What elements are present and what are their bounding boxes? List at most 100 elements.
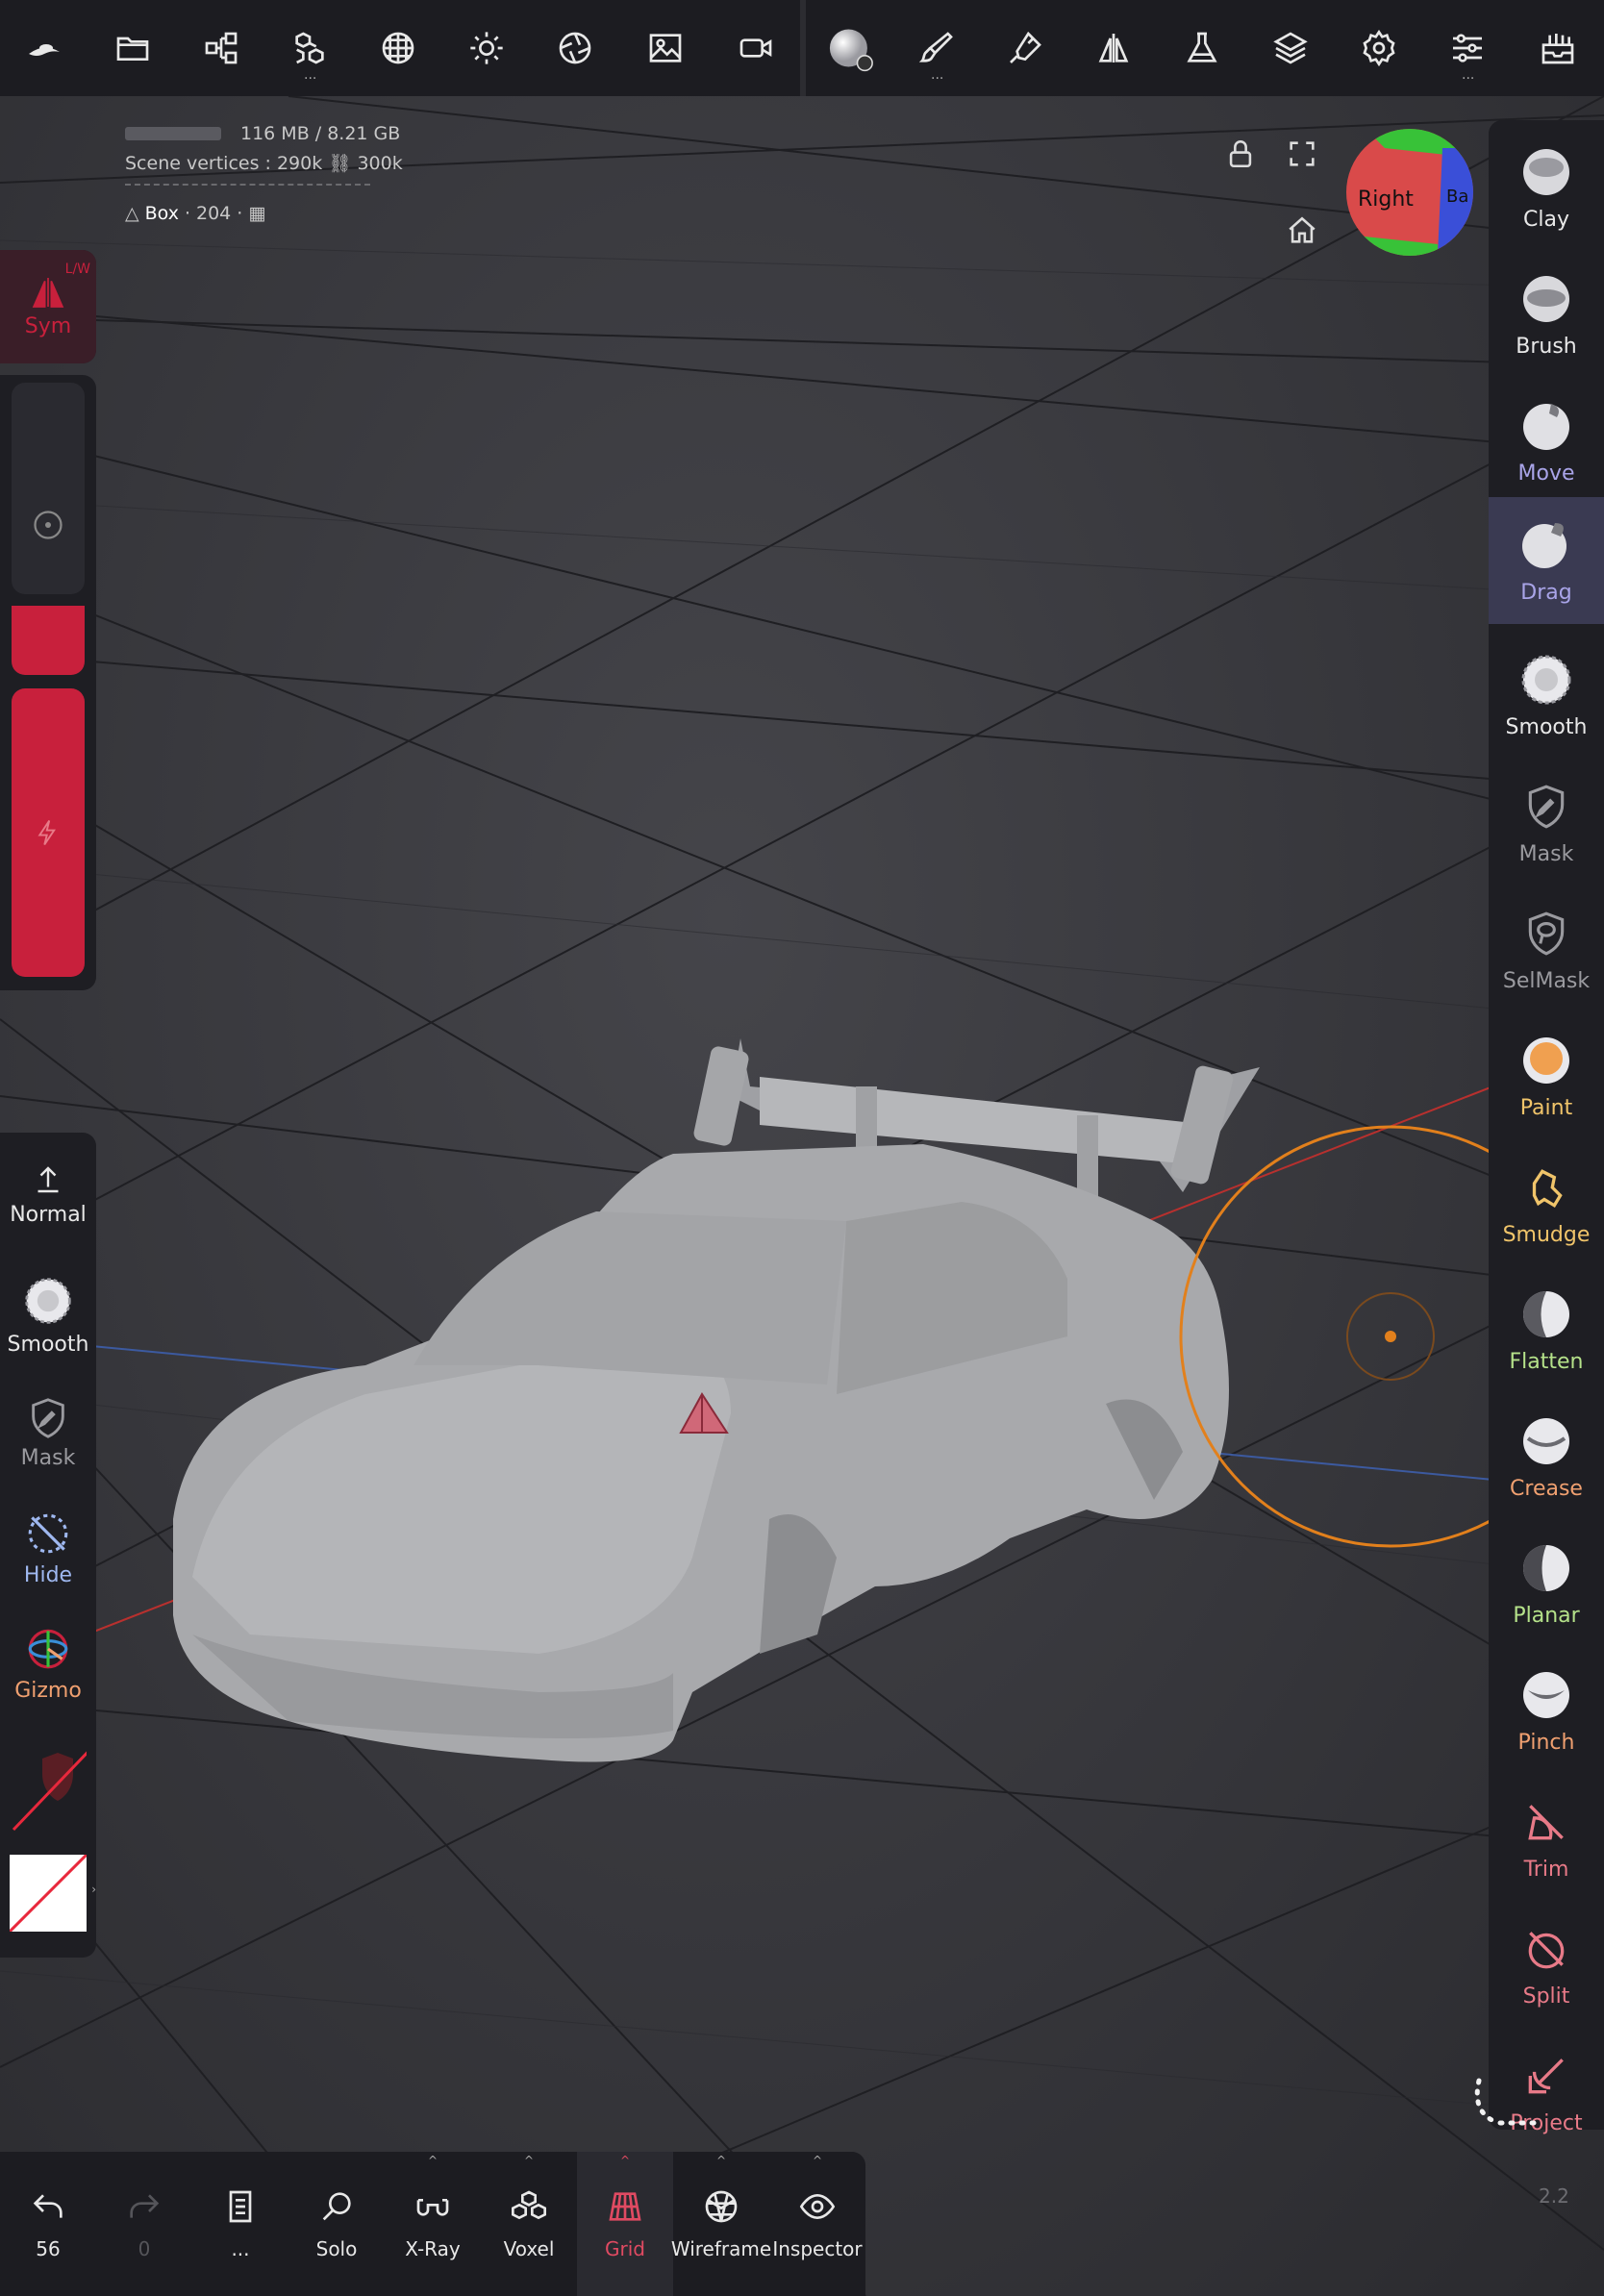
memory-bar: [125, 127, 221, 140]
radius-icon: [34, 511, 63, 539]
tool-mask[interactable]: Mask: [1489, 759, 1604, 886]
left-slider-panel: [0, 375, 96, 990]
grid-button[interactable]: ^ Grid: [577, 2152, 673, 2296]
tool-label: Crease: [1510, 1476, 1583, 1501]
symmetry-toggle[interactable]: Sym L/W: [0, 250, 96, 363]
tool-clay[interactable]: Clay: [1489, 124, 1604, 251]
tool-label: Smudge: [1502, 1222, 1591, 1247]
scene-vertices-label: Scene vertices :: [125, 153, 271, 174]
wireframe-button[interactable]: ^ Wireframe: [671, 2152, 771, 2296]
panel-scroll-handle[interactable]: [1469, 2075, 1546, 2152]
color-swatch[interactable]: ›: [0, 1840, 96, 1946]
tool-label: Trim: [1523, 1857, 1569, 1882]
inspector-button[interactable]: ^ Inspector: [769, 2152, 865, 2296]
wireframe-icon: [705, 2190, 738, 2223]
tool-label: Paint: [1519, 1095, 1573, 1120]
tool-label: Planar: [1513, 1603, 1580, 1628]
topology-icon[interactable]: [369, 19, 427, 77]
undo-icon: [33, 2194, 63, 2218]
inbox-icon[interactable]: [1529, 19, 1587, 77]
hide-dotted-sphere-icon: [28, 1513, 68, 1553]
voxel-cubes-icon: [512, 2190, 546, 2220]
tool-move[interactable]: Move: [1489, 378, 1604, 505]
voxel-button[interactable]: ^ Voxel: [481, 2152, 577, 2296]
move-sphere-icon: [1518, 398, 1574, 454]
radius-slider-fill[interactable]: [12, 606, 85, 675]
redo-button[interactable]: 0: [96, 2152, 192, 2296]
smooth-sphere-icon: [25, 1277, 71, 1324]
paint-brush-icon[interactable]: ...: [908, 19, 965, 83]
voxel-label: Voxel: [503, 2237, 555, 2260]
symmetry-icon[interactable]: [1085, 19, 1142, 77]
layers-icon[interactable]: [1262, 19, 1319, 77]
intensity-slider[interactable]: [12, 688, 85, 977]
lightning-icon: [38, 819, 57, 846]
tool-smudge[interactable]: Smudge: [1489, 1139, 1604, 1266]
search-icon: [322, 2192, 351, 2221]
left-tool-normal[interactable]: Normal: [0, 1140, 96, 1248]
multires-icon[interactable]: ...: [281, 19, 338, 83]
left-tool-mask[interactable]: Mask: [0, 1375, 96, 1490]
tool-drag[interactable]: Drag: [1489, 497, 1604, 624]
video-icon[interactable]: [727, 19, 785, 77]
history-menu-button[interactable]: ...: [192, 2152, 288, 2296]
object-count: 204: [196, 203, 232, 224]
grid-label: Grid: [605, 2237, 645, 2260]
tool-label: Brush: [1516, 334, 1577, 359]
left-tool-label: Smooth: [7, 1332, 89, 1357]
tool-smooth[interactable]: Smooth: [1489, 632, 1604, 759]
sculpt-viewport[interactable]: [0, 0, 1604, 2296]
flask-icon[interactable]: [1173, 19, 1231, 77]
car-mesh[interactable]: [173, 1038, 1260, 1762]
left-tool-label: Gizmo: [14, 1678, 82, 1703]
lock-icon[interactable]: [1221, 135, 1260, 173]
tool-planar[interactable]: Planar: [1489, 1520, 1604, 1647]
tool-brush[interactable]: Brush: [1489, 251, 1604, 378]
tool-selmask[interactable]: SelMask: [1489, 886, 1604, 1012]
tool-label: SelMask: [1502, 968, 1591, 993]
drag-sphere-icon: [1518, 517, 1574, 573]
folder-icon[interactable]: [104, 19, 162, 77]
radius-slider[interactable]: [12, 383, 85, 594]
inspector-label: Inspector: [772, 2237, 863, 2260]
right-tool-panel: Clay Brush Move Drag Smooth Mask SelMask…: [1489, 120, 1604, 2135]
undo-button[interactable]: 56: [0, 2152, 96, 2296]
camera-lens-icon[interactable]: [546, 19, 604, 77]
scene-info: 116 MB / 8.21 GB Scene vertices : 290k ⛓…: [125, 123, 403, 224]
tool-paint[interactable]: Paint: [1489, 1012, 1604, 1139]
left-tool-gizmo[interactable]: Gizmo: [0, 1606, 96, 1721]
fullscreen-icon[interactable]: [1283, 135, 1321, 173]
settings-icon[interactable]: [1350, 19, 1408, 77]
tool-flatten[interactable]: Flatten: [1489, 1266, 1604, 1393]
sym-label: Sym: [24, 313, 72, 338]
stroke-pen-icon[interactable]: [996, 19, 1054, 77]
tool-pinch[interactable]: Pinch: [1489, 1647, 1604, 1774]
view-cube[interactable]: Right Ba: [1346, 129, 1473, 256]
tool-label: Clay: [1523, 207, 1569, 232]
planar-sphere-icon: [1518, 1540, 1574, 1596]
bottom-toolbar: 56 0 ... Solo ^ X-Ray ^ Voxel ^ Grid ^ W…: [0, 2152, 865, 2296]
material-slot[interactable]: [0, 1733, 96, 1838]
xray-button[interactable]: ^ X-Ray: [385, 2152, 481, 2296]
tool-split[interactable]: Split: [1489, 1901, 1604, 2028]
app-logo-icon[interactable]: [15, 19, 73, 77]
solo-button[interactable]: Solo: [288, 2152, 385, 2296]
left-tool-hide[interactable]: Hide: [0, 1490, 96, 1606]
background-image-icon[interactable]: [637, 19, 694, 77]
object-name[interactable]: Box: [145, 203, 179, 224]
mask-shield-icon: [1518, 779, 1574, 835]
home-icon[interactable]: [1283, 212, 1321, 250]
glasses-icon: [416, 2199, 449, 2216]
tool-label: Flatten: [1509, 1349, 1584, 1374]
tool-crease[interactable]: Crease: [1489, 1393, 1604, 1520]
sliders-icon[interactable]: ...: [1439, 19, 1496, 83]
left-tool-smooth[interactable]: Smooth: [0, 1260, 96, 1371]
light-icon[interactable]: [458, 19, 515, 77]
link-icon: ⛓: [328, 153, 352, 174]
left-tool-label: Mask: [20, 1445, 76, 1470]
grid-icon: [609, 2192, 641, 2221]
scene-share-icon[interactable]: [192, 19, 250, 77]
tool-trim[interactable]: Trim: [1489, 1774, 1604, 1901]
material-sphere-icon[interactable]: [817, 19, 885, 77]
sym-hint: L/W: [64, 262, 90, 277]
